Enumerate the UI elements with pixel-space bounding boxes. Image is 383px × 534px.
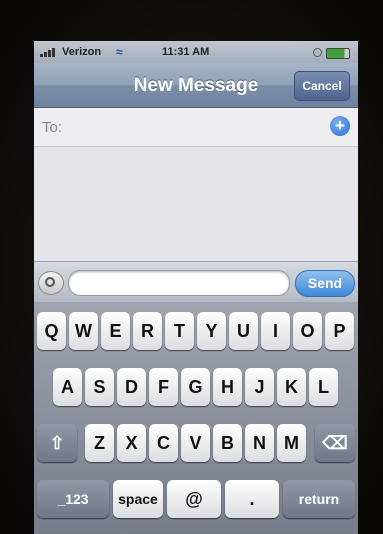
phone-screen: Verizon ≈ 11:31 AM New Message Cancel To… [34,41,358,534]
key-j[interactable]: J [245,368,274,406]
key-o[interactable]: O [293,312,322,350]
key-k[interactable]: K [277,368,306,406]
shift-key[interactable]: ⇧ [37,424,77,462]
key-e[interactable]: E [101,312,130,350]
key-a[interactable]: A [53,368,82,406]
compose-bar: Send [34,261,358,302]
delete-key[interactable]: ⌫ [315,424,355,462]
key-i[interactable]: I [261,312,290,350]
key-t[interactable]: T [165,312,194,350]
clock: 11:31 AM [162,46,210,58]
message-input[interactable] [68,270,290,296]
key-v[interactable]: V [181,424,210,462]
return-key[interactable]: return [283,480,355,518]
numbers-key[interactable]: _123 [37,480,109,518]
key-m[interactable]: M [277,424,306,462]
key-r[interactable]: R [133,312,162,350]
dot-key[interactable]: . [225,480,279,518]
key-x[interactable]: X [117,424,146,462]
key-l[interactable]: L [309,368,338,406]
key-b[interactable]: B [213,424,242,462]
key-y[interactable]: Y [197,312,226,350]
cancel-button[interactable]: Cancel [294,71,350,101]
key-c[interactable]: C [149,424,178,462]
lock-icon [313,48,322,57]
key-w[interactable]: W [69,312,98,350]
key-q[interactable]: Q [37,312,66,350]
status-bar: Verizon ≈ 11:31 AM [34,41,358,63]
signal-icon [40,48,58,57]
key-p[interactable]: P [325,312,354,350]
key-g[interactable]: G [181,368,210,406]
carrier-label: Verizon [62,46,102,58]
conversation-area [34,147,358,261]
space-key[interactable]: space [113,480,163,518]
to-label: To: [42,119,63,136]
key-d[interactable]: D [117,368,146,406]
at-key[interactable]: @ [167,480,221,518]
recipient-field[interactable]: To: + [34,108,358,147]
key-z[interactable]: Z [85,424,114,462]
camera-icon[interactable] [38,271,64,295]
key-u[interactable]: U [229,312,258,350]
send-button[interactable]: Send [295,270,355,297]
navigation-bar: New Message Cancel [34,63,358,108]
key-f[interactable]: F [149,368,178,406]
plus-circle-icon[interactable]: + [330,116,350,136]
battery-icon [326,48,350,59]
key-n[interactable]: N [245,424,274,462]
wifi-icon: ≈ [116,45,123,59]
keyboard: Q W E R T Y U I O P A S D F G H J K L ⇧ … [34,302,358,534]
key-h[interactable]: H [213,368,242,406]
key-s[interactable]: S [85,368,114,406]
